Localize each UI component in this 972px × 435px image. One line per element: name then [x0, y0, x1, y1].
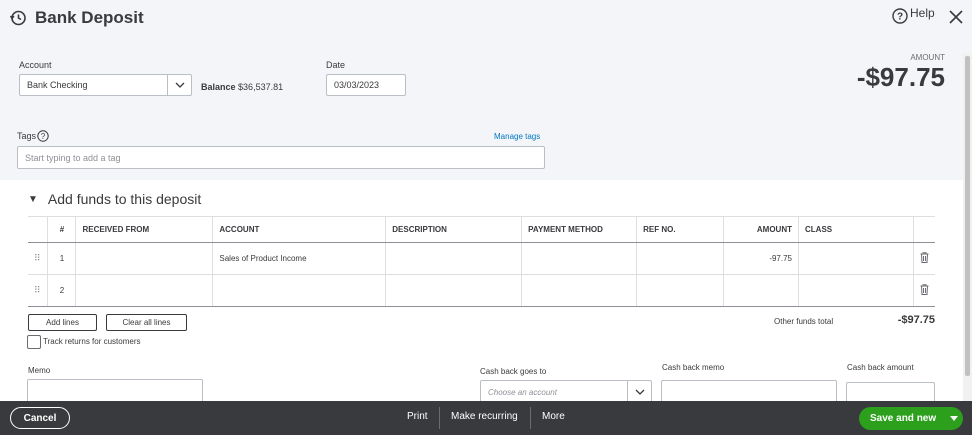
delete-column-header [912, 216, 935, 243]
drag-handle-icon[interactable]: ⠿ [34, 285, 41, 295]
column-header: # [47, 216, 76, 243]
column-header: RECEIVED FROM [75, 216, 213, 243]
page-title: Bank Deposit [35, 8, 144, 27]
history-icon[interactable] [9, 9, 27, 27]
account-cell[interactable] [212, 274, 386, 307]
make-recurring-button[interactable]: Make recurring [451, 411, 518, 422]
svg-text:?: ? [897, 12, 903, 23]
column-header: ACCOUNT [212, 216, 386, 243]
other-funds-total-label: Other funds total [774, 317, 834, 326]
amount-cell[interactable] [723, 274, 799, 307]
close-icon[interactable] [948, 9, 964, 25]
section-title-label: Add funds to this deposit [47, 191, 202, 207]
tags-label: Tags [17, 131, 37, 141]
class-cell[interactable] [798, 242, 914, 275]
payment-method-cell[interactable] [521, 242, 637, 275]
table-row[interactable]: ⠿ 2 [28, 274, 935, 307]
add-lines-button[interactable]: Add lines [28, 314, 97, 331]
svg-text:?: ? [41, 132, 46, 141]
chevron-down-icon[interactable] [167, 75, 191, 95]
ref-no-cell[interactable] [636, 242, 724, 275]
account-select[interactable]: Bank Checking [19, 74, 192, 96]
help-icon: ? [892, 8, 908, 24]
memo-field[interactable] [27, 379, 203, 403]
more-button[interactable]: More [542, 411, 565, 422]
description-cell[interactable] [385, 274, 522, 307]
footer-divider [439, 407, 440, 429]
column-header: REF NO. [636, 216, 724, 243]
column-header: CLASS [798, 216, 914, 243]
drag-handle-icon[interactable]: ⠿ [34, 253, 41, 263]
footer-bar: Cancel Print Make recurring More Save an… [0, 401, 972, 435]
row-number: 2 [47, 274, 76, 307]
header-panel: Bank Deposit ? Help Account Bank Checkin… [0, 0, 972, 180]
amount-total: -$97.75 [856, 62, 945, 92]
ref-no-cell[interactable] [636, 274, 724, 307]
clear-all-lines-button[interactable]: Clear all lines [106, 314, 187, 331]
help-button[interactable]: ? Help [892, 6, 935, 24]
trash-icon[interactable] [920, 252, 929, 263]
track-returns-checkbox[interactable] [27, 335, 41, 349]
manage-tags-link[interactable]: Manage tags [494, 132, 540, 141]
title-row: Bank Deposit [9, 8, 144, 28]
chevron-down-icon[interactable] [627, 381, 651, 403]
footer-divider [530, 407, 531, 429]
save-and-new-button[interactable]: Save and new [859, 407, 963, 430]
section-title[interactable]: ▼ Add funds to this deposit [28, 191, 201, 207]
drag-column-header [28, 216, 48, 243]
class-cell[interactable] [798, 274, 914, 307]
column-header: DESCRIPTION [385, 216, 522, 243]
amount-label: AMOUNT [910, 53, 945, 62]
table-row[interactable]: ⠿ 1 Sales of Product Income -97.75 [28, 242, 935, 275]
cash-back-goes-to-label: Cash back goes to [480, 367, 547, 376]
track-returns-label: Track returns for customers [43, 337, 141, 346]
scrollbar-thumb[interactable] [965, 56, 970, 376]
amount-cell[interactable]: -97.75 [723, 242, 799, 275]
column-header: PAYMENT METHOD [521, 216, 637, 243]
tags-help-icon[interactable]: ? [37, 130, 49, 142]
other-funds-total-value: -$97.75 [897, 314, 935, 326]
tags-placeholder: Start typing to add a tag [25, 152, 121, 163]
received-from-cell[interactable] [75, 242, 213, 275]
balance-label: Balance [201, 82, 236, 92]
delete-row-button[interactable] [912, 274, 935, 307]
date-field[interactable]: 03/03/2023 [326, 74, 406, 96]
balance-value: $36,537.81 [238, 82, 284, 92]
column-header: AMOUNT [723, 216, 799, 243]
date-value: 03/03/2023 [334, 80, 380, 90]
date-label: Date [326, 60, 346, 70]
save-and-new-label[interactable]: Save and new [859, 413, 945, 424]
account-cell[interactable]: Sales of Product Income [212, 242, 386, 275]
table-header-row: # RECEIVED FROM ACCOUNT DESCRIPTION PAYM… [28, 216, 935, 243]
delete-row-button[interactable] [912, 242, 935, 275]
account-label: Account [19, 60, 52, 70]
help-label: Help [910, 6, 935, 20]
trash-icon[interactable] [920, 284, 929, 295]
cash-back-amount-label: Cash back amount [847, 363, 914, 372]
save-options-caret-icon[interactable] [945, 407, 963, 430]
cash-back-memo-label: Cash back memo [662, 363, 725, 372]
row-number: 1 [47, 242, 76, 275]
memo-label: Memo [28, 366, 51, 375]
description-cell[interactable] [385, 242, 522, 275]
collapse-triangle-icon[interactable]: ▼ [28, 194, 38, 205]
cash-back-account-placeholder: Choose an account [488, 387, 557, 397]
balance-display: Balance $36,537.81 [201, 82, 283, 92]
cancel-button[interactable]: Cancel [10, 407, 70, 429]
deposit-lines-table: # RECEIVED FROM ACCOUNT DESCRIPTION PAYM… [28, 216, 935, 307]
payment-method-cell[interactable] [521, 274, 637, 307]
received-from-cell[interactable] [75, 274, 213, 307]
tags-input[interactable]: Start typing to add a tag [17, 146, 545, 169]
print-button[interactable]: Print [407, 411, 428, 422]
account-value: Bank Checking [27, 80, 88, 90]
